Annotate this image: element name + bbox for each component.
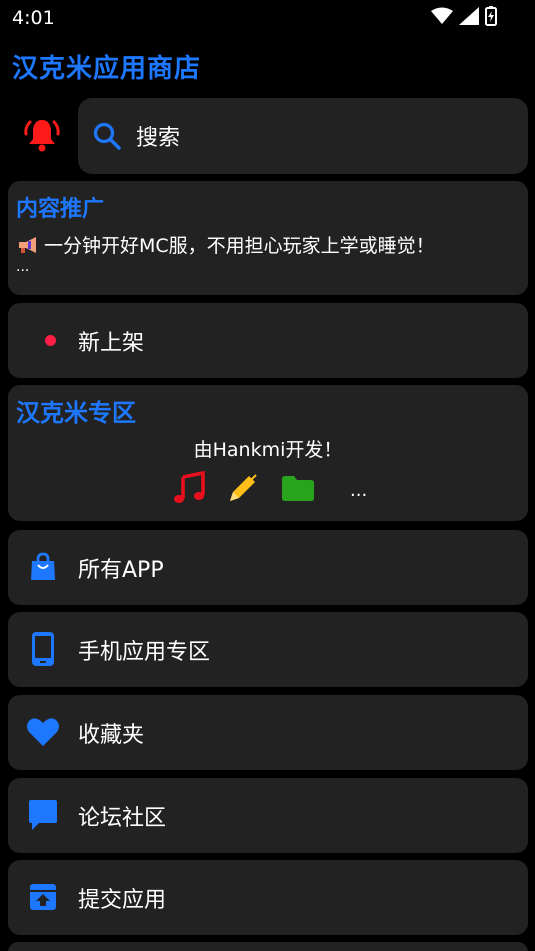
- search-bar[interactable]: 搜索: [78, 98, 528, 174]
- zone-subtitle: 由Hankmi开发！: [193, 439, 343, 461]
- upload-box-icon: [26, 880, 60, 914]
- folder-icon[interactable]: [280, 473, 316, 503]
- zone-more[interactable]: ...: [350, 480, 367, 501]
- search-icon: [93, 122, 121, 150]
- menu-label: 手机应用专区: [78, 640, 211, 665]
- menu-label: 收藏夹: [78, 723, 145, 748]
- status-time: 4:01: [12, 7, 55, 29]
- bell-ringing-icon: [24, 120, 60, 152]
- wifi-icon: [431, 7, 453, 24]
- new-shelf-item[interactable]: 新上架: [8, 303, 528, 378]
- phone-icon: [26, 632, 60, 666]
- signal-icon: [459, 7, 479, 25]
- menu-label: 所有APP: [78, 558, 164, 583]
- app-title: 汉克米应用商店: [12, 54, 202, 84]
- search-label: 搜索: [136, 126, 181, 151]
- megaphone-icon: [19, 236, 36, 253]
- menu-favorites[interactable]: 收藏夹: [8, 695, 528, 770]
- new-shelf-label: 新上架: [78, 331, 145, 356]
- menu-label: 提交应用: [78, 888, 167, 913]
- heart-icon: [26, 715, 60, 749]
- promo-line: 一分钟开好MC服，不用担心玩家上学或睡觉！: [16, 231, 435, 258]
- status-icons: [431, 6, 497, 26]
- promo-card[interactable]: 内容推广 一分钟开好MC服，不用担心玩家上学或睡觉！ ...: [8, 181, 528, 295]
- chat-icon: [26, 798, 60, 832]
- hankmi-zone-card[interactable]: 汉克米专区 由Hankmi开发！ ...: [8, 385, 528, 521]
- menu-submit-app[interactable]: 提交应用: [8, 860, 528, 935]
- zone-title: 汉克米专区: [16, 399, 136, 427]
- notification-button[interactable]: [14, 104, 70, 166]
- pencil-icon[interactable]: [226, 471, 260, 505]
- promo-title: 内容推广: [16, 197, 105, 222]
- menu-forum[interactable]: 论坛社区: [8, 778, 528, 853]
- promo-text: 一分钟开好MC服，不用担心玩家上学或睡觉！: [44, 235, 435, 257]
- menu-next-partial[interactable]: [8, 942, 528, 951]
- battery-icon: [485, 6, 497, 26]
- music-note-icon[interactable]: [172, 471, 206, 505]
- new-dot-icon: [45, 335, 56, 346]
- shopping-bag-icon: [26, 550, 60, 584]
- status-bar: 4:01: [0, 0, 535, 36]
- menu-all-apps[interactable]: 所有APP: [8, 530, 528, 605]
- menu-phone-apps[interactable]: 手机应用专区: [8, 612, 528, 687]
- menu-label: 论坛社区: [78, 806, 167, 831]
- promo-more: ...: [16, 259, 30, 275]
- zone-icon-row: ...: [172, 471, 367, 505]
